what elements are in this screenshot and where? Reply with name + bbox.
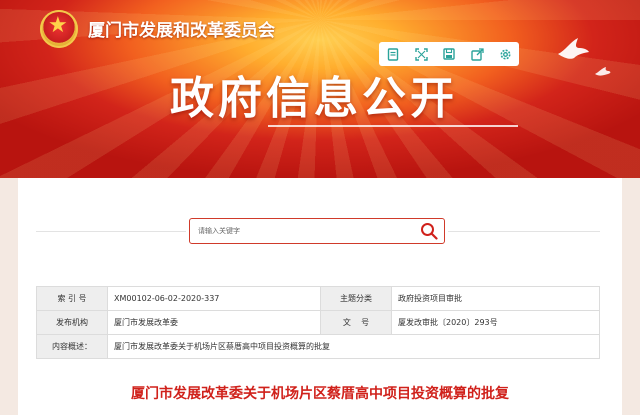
org-name[interactable]: 厦门市发展和改革委员会 [88,16,275,41]
issuer-label: 发布机构 [36,310,108,335]
docno-value: 厦发改审批〔2020〕293号 [391,310,600,335]
index-value: XM00102-06-02-2020-337 [107,286,321,311]
small-dove-icon [595,67,611,76]
table-row: 发布机构 厦门市发展改革委 文 号 厦发改审批〔2020〕293号 [36,310,600,335]
document-title: 厦门市发展改革委关于机场片区蔡厝高中项目投资概算的批复 [131,386,509,402]
expand-icon[interactable] [414,47,428,61]
search-divider-right [448,231,600,232]
topic-value: 政府投资项目审批 [391,286,600,311]
summary-value: 厦门市发展改革委关于机场片区蔡厝高中项目投资概算的批复 [107,334,600,359]
header-banner: ★ 厦门市发展和改革委员会 政府信息公开 [0,0,640,178]
index-label: 索 引 号 [36,286,108,311]
table-row: 索 引 号 XM00102-06-02-2020-337 主题分类 政府投资项目… [36,286,600,311]
table-row: 内容概述： 厦门市发展改革委关于机场片区蔡厝高中项目投资概算的批复 [36,334,600,359]
search-input[interactable]: 请输入关键字 [189,218,445,244]
docno-label: 文 号 [320,310,392,335]
document-metadata-table: 索 引 号 XM00102-06-02-2020-337 主题分类 政府投资项目… [36,286,600,359]
search-icon[interactable] [420,222,438,240]
share-icon[interactable] [470,47,484,61]
summary-label: 内容概述： [36,334,108,359]
gear-icon[interactable] [498,47,512,61]
hero-underline [268,125,518,127]
dove-icon [558,38,589,59]
issuer-value: 厦门市发展改革委 [107,310,321,335]
star-icon: ★ [48,13,68,38]
topic-label: 主题分类 [320,286,392,311]
document-icon[interactable] [386,47,400,61]
search-divider-left [36,231,186,232]
save-icon[interactable] [442,47,456,61]
search-placeholder: 请输入关键字 [198,227,240,235]
hero-title: 政府信息公开 [170,73,458,124]
national-emblem-icon: ★ [40,10,78,48]
